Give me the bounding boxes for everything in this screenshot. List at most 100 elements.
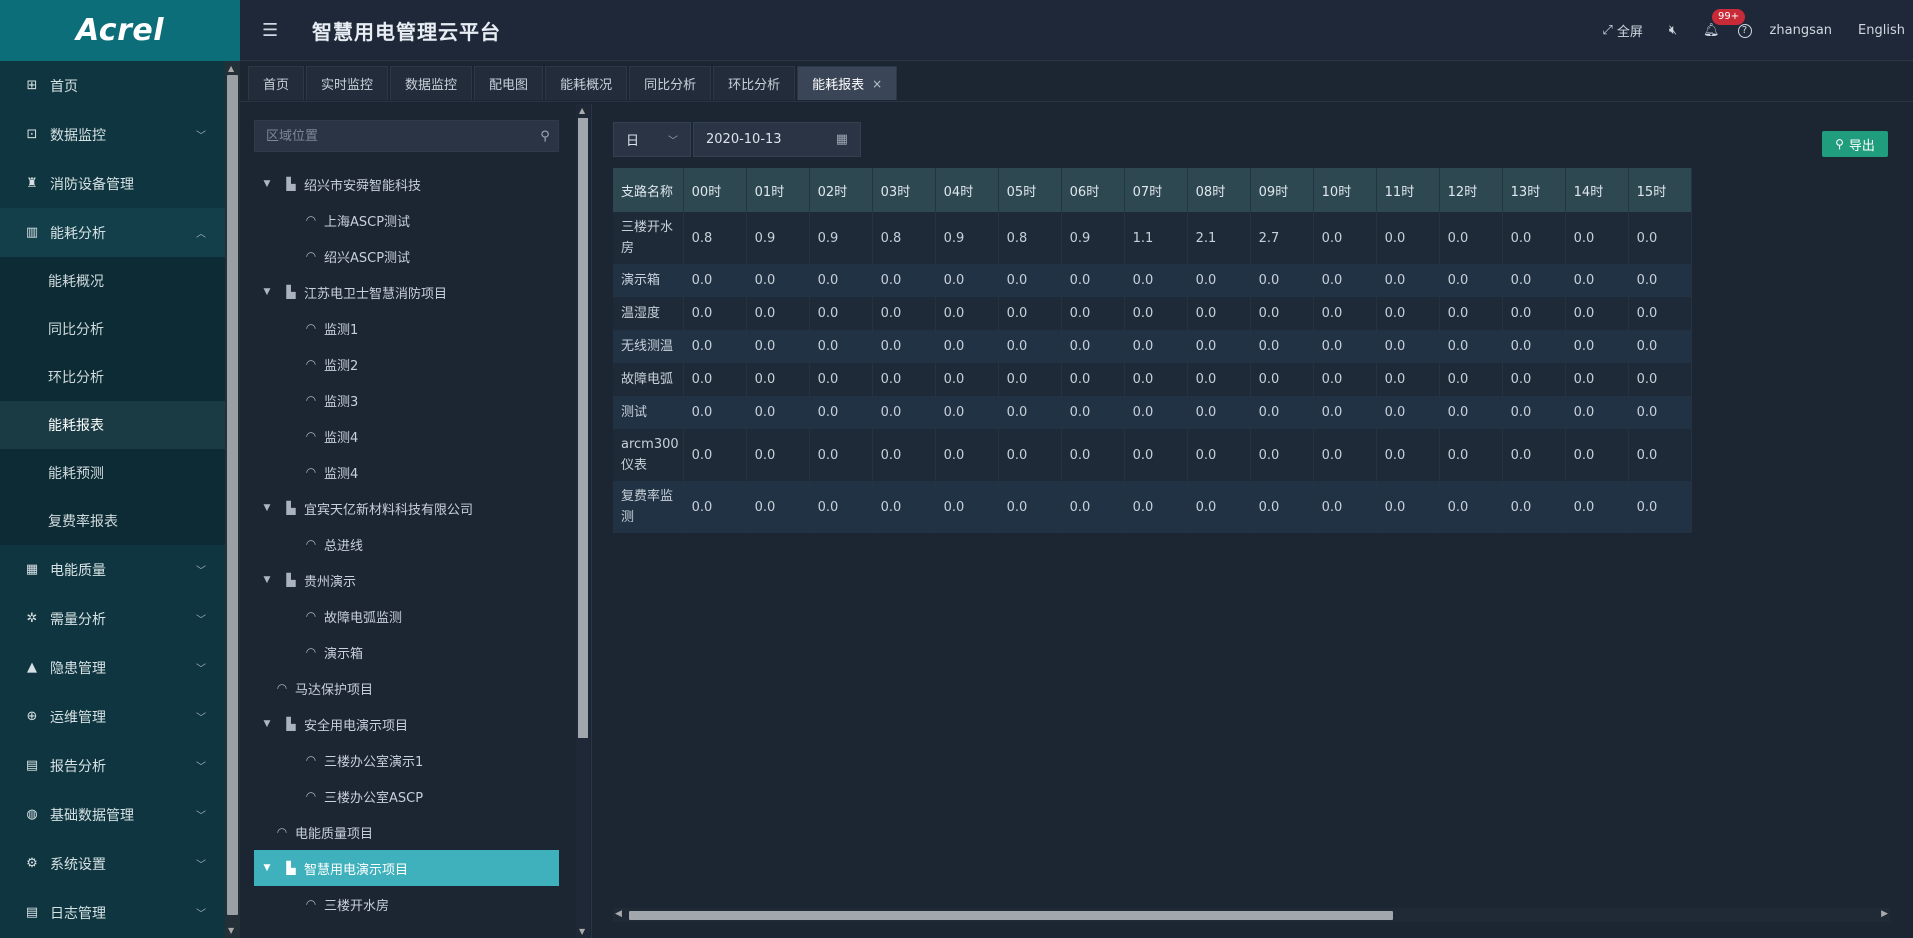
submenu-item-mom-analysis[interactable]: 环比分析 (0, 353, 225, 401)
tree-node[interactable]: ◠ 故障电弧监测 (254, 598, 559, 634)
tree-node-label: 总进线 (324, 538, 364, 554)
tree-node[interactable]: ◠ 监测3 (254, 382, 559, 418)
scroll-up-arrow-icon[interactable]: ▲ (228, 64, 234, 73)
sidebar-item-demand-analysis[interactable]: ✲ 需量分析 ﹀ (0, 594, 225, 643)
tree-node[interactable]: ▼ ▙ 智慧用电演示项目 (254, 850, 559, 886)
hourly-value-cell: 0.0 (1628, 481, 1692, 533)
user-menu[interactable]: zhangsan (1770, 23, 1833, 38)
tree-scrollbar[interactable]: ▲ ▼ (576, 104, 590, 938)
tree-node[interactable]: ◠ 三楼开水房 (254, 886, 559, 922)
tab-realtime-monitoring[interactable]: 实时监控 (306, 66, 389, 100)
caret-down-icon[interactable]: ▼ (260, 719, 274, 729)
tab-yoy-analysis[interactable]: 同比分析 (629, 66, 712, 100)
tree-node[interactable]: ◠ 监测2 (254, 346, 559, 382)
submenu-item-multi-rate-report[interactable]: 复费率报表 (0, 497, 225, 545)
tab-home[interactable]: 首页 (248, 66, 305, 100)
period-select[interactable]: 日 ﹀ (613, 122, 691, 157)
table-horizontal-scrollbar[interactable]: ◀ ▶ (613, 908, 1890, 922)
date-picker[interactable]: 2020-10-13 ▦ (693, 122, 861, 157)
meter-gauge-icon: ◠ (305, 213, 317, 227)
sidebar-item-label: 首页 (50, 78, 78, 95)
table-row: 故障电弧 0.0 0.0 0.0 0.0 0.0 0.0 0.0 0.0 0.0 0.0 0.0 0.0… (613, 363, 1692, 396)
hourly-value-cell: 0.0 (1187, 429, 1251, 481)
tree-node[interactable]: ◠ 总进线 (254, 526, 559, 562)
tree-node[interactable]: ◠ 马达保护项目 (254, 670, 559, 706)
scrollbar-thumb[interactable] (629, 911, 1393, 920)
caret-down-icon[interactable]: ▼ (260, 575, 274, 585)
scroll-left-arrow-icon[interactable]: ◀ (615, 909, 622, 919)
tree-node[interactable]: ▼ ▙ 宜宾天亿新材料科技有限公司 (254, 490, 559, 526)
fullscreen-button[interactable]: ⤢ 全屏 (1602, 21, 1642, 40)
scroll-up-arrow-icon[interactable]: ▲ (579, 106, 585, 115)
sidebar-item-label: 日志管理 (50, 905, 106, 922)
tab-energy-overview[interactable]: 能耗概况 (545, 66, 628, 100)
tree-node[interactable]: ◠ 电能质量项目 (254, 814, 559, 850)
mute-button[interactable]: 🔇︎ (1669, 23, 1677, 38)
sidebar-item-report-analysis[interactable]: ▤ 报告分析 ﹀ (0, 741, 225, 790)
sidebar-item-fire-equipment[interactable]: ♜ 消防设备管理 (0, 159, 225, 208)
sidebar-item-operations[interactable]: ⊕ 运维管理 ﹀ (0, 692, 225, 741)
tab-mom-analysis[interactable]: 环比分析 (713, 66, 796, 100)
hourly-value-cell: 0.0 (1439, 297, 1503, 330)
close-icon[interactable]: × (872, 77, 882, 91)
sidebar-item-energy-analysis[interactable]: ▥ 能耗分析 ︿ (0, 208, 225, 257)
submenu-item-energy-forecast[interactable]: 能耗预测 (0, 449, 225, 497)
bell-icon: 🔔︎ (1703, 23, 1720, 38)
caret-down-icon[interactable]: ▼ (260, 179, 274, 189)
scroll-down-arrow-icon[interactable]: ▼ (228, 926, 234, 935)
submenu-item-energy-report[interactable]: 能耗报表 (0, 401, 225, 449)
branch-name-cell: 测试 (613, 396, 684, 429)
log-icon: ▤ (25, 905, 39, 920)
sidebar-item-label: 运维管理 (50, 709, 106, 726)
tree-node[interactable]: ◠ 监测4 (254, 454, 559, 490)
language-switch[interactable]: English (1858, 23, 1905, 38)
sidebar-item-log-management[interactable]: ▤ 日志管理 ﹀ (0, 888, 225, 937)
tab-data-monitoring[interactable]: 数据监控 (390, 66, 473, 100)
sidebar-item-hazard-management[interactable]: ▲ 隐患管理 ﹀ (0, 643, 225, 692)
menu-toggle-icon[interactable]: ☰ (262, 20, 286, 41)
hourly-value-cell: 0.0 (1313, 330, 1377, 363)
caret-down-icon[interactable]: ▼ (260, 863, 274, 873)
tree-node[interactable]: ◠ 监测4 (254, 418, 559, 454)
report-table-viewport: 支路名称 00时 01时 02时 03时 04时 05时 06时 07时 08时 09时 10时 11时… (613, 168, 1913, 598)
sidebar-scrollbar[interactable]: ▲ ▼ (225, 61, 240, 938)
submenu-item-energy-overview[interactable]: 能耗概况 (0, 257, 225, 305)
submenu-item-yoy-analysis[interactable]: 同比分析 (0, 305, 225, 353)
tab-energy-report[interactable]: 能耗报表 × (797, 66, 898, 100)
notification-button[interactable]: 🔔︎ 99+ (1703, 9, 1746, 38)
hourly-value-cell: 0.0 (1250, 429, 1314, 481)
tree-node[interactable]: ▼ ▙ 安全用电演示项目 (254, 706, 559, 742)
chevron-down-icon: ﹀ (196, 909, 206, 920)
scrollbar-thumb[interactable] (578, 118, 588, 738)
tree-node[interactable]: ◠ 三楼办公室ASCP (254, 778, 559, 814)
export-button[interactable]: ⚲ 导出 (1822, 131, 1888, 157)
scroll-down-arrow-icon[interactable]: ▼ (579, 927, 585, 936)
tree-node[interactable]: ◠ 三楼办公室演示1 (254, 742, 559, 778)
tree-node[interactable]: ▼ ▙ 绍兴市安舜智能科技 (254, 166, 559, 202)
sidebar-item-home[interactable]: ⊞ 首页 (0, 61, 225, 110)
caret-down-icon[interactable]: ▼ (260, 287, 274, 297)
hourly-value-cell: 0.0 (1565, 330, 1629, 363)
sidebar-item-system-settings[interactable]: ⚙ 系统设置 ﹀ (0, 839, 225, 888)
tree-node[interactable]: ▼ ▙ 江苏电卫士智慧消防项目 (254, 274, 559, 310)
search-icon[interactable]: ⚲ (532, 129, 558, 144)
tree-node[interactable]: ◠ 绍兴ASCP测试 (254, 238, 559, 274)
scroll-right-arrow-icon[interactable]: ▶ (1881, 909, 1888, 919)
area-search-input[interactable] (255, 128, 532, 144)
tree-node[interactable]: ◠ 演示箱 (254, 634, 559, 670)
tree-node[interactable]: ◠ 监测1 (254, 310, 559, 346)
sidebar-item-base-data[interactable]: ◍ 基础数据管理 ﹀ (0, 790, 225, 839)
help-button[interactable]: ? (1737, 23, 1752, 38)
sidebar-item-power-quality[interactable]: ▦ 电能质量 ﹀ (0, 545, 225, 594)
scrollbar-thumb[interactable] (227, 75, 238, 915)
tree-node[interactable]: ▼ ▙ 贵州演示 (254, 562, 559, 598)
tree-node-label: 电能质量项目 (295, 826, 374, 842)
hourly-value-cell: 0.0 (1502, 363, 1566, 396)
tab-distribution-diagram[interactable]: 配电图 (474, 66, 544, 100)
hourly-value-cell: 0.0 (809, 330, 873, 363)
sidebar-item-data-monitoring[interactable]: ⊡ 数据监控 ﹀ (0, 110, 225, 159)
hourly-value-cell: 0.0 (1313, 264, 1377, 297)
caret-down-icon[interactable]: ▼ (260, 503, 274, 513)
tree-node[interactable]: ◠ 上海ASCP测试 (254, 202, 559, 238)
column-header-hour: 02时 (809, 168, 873, 212)
